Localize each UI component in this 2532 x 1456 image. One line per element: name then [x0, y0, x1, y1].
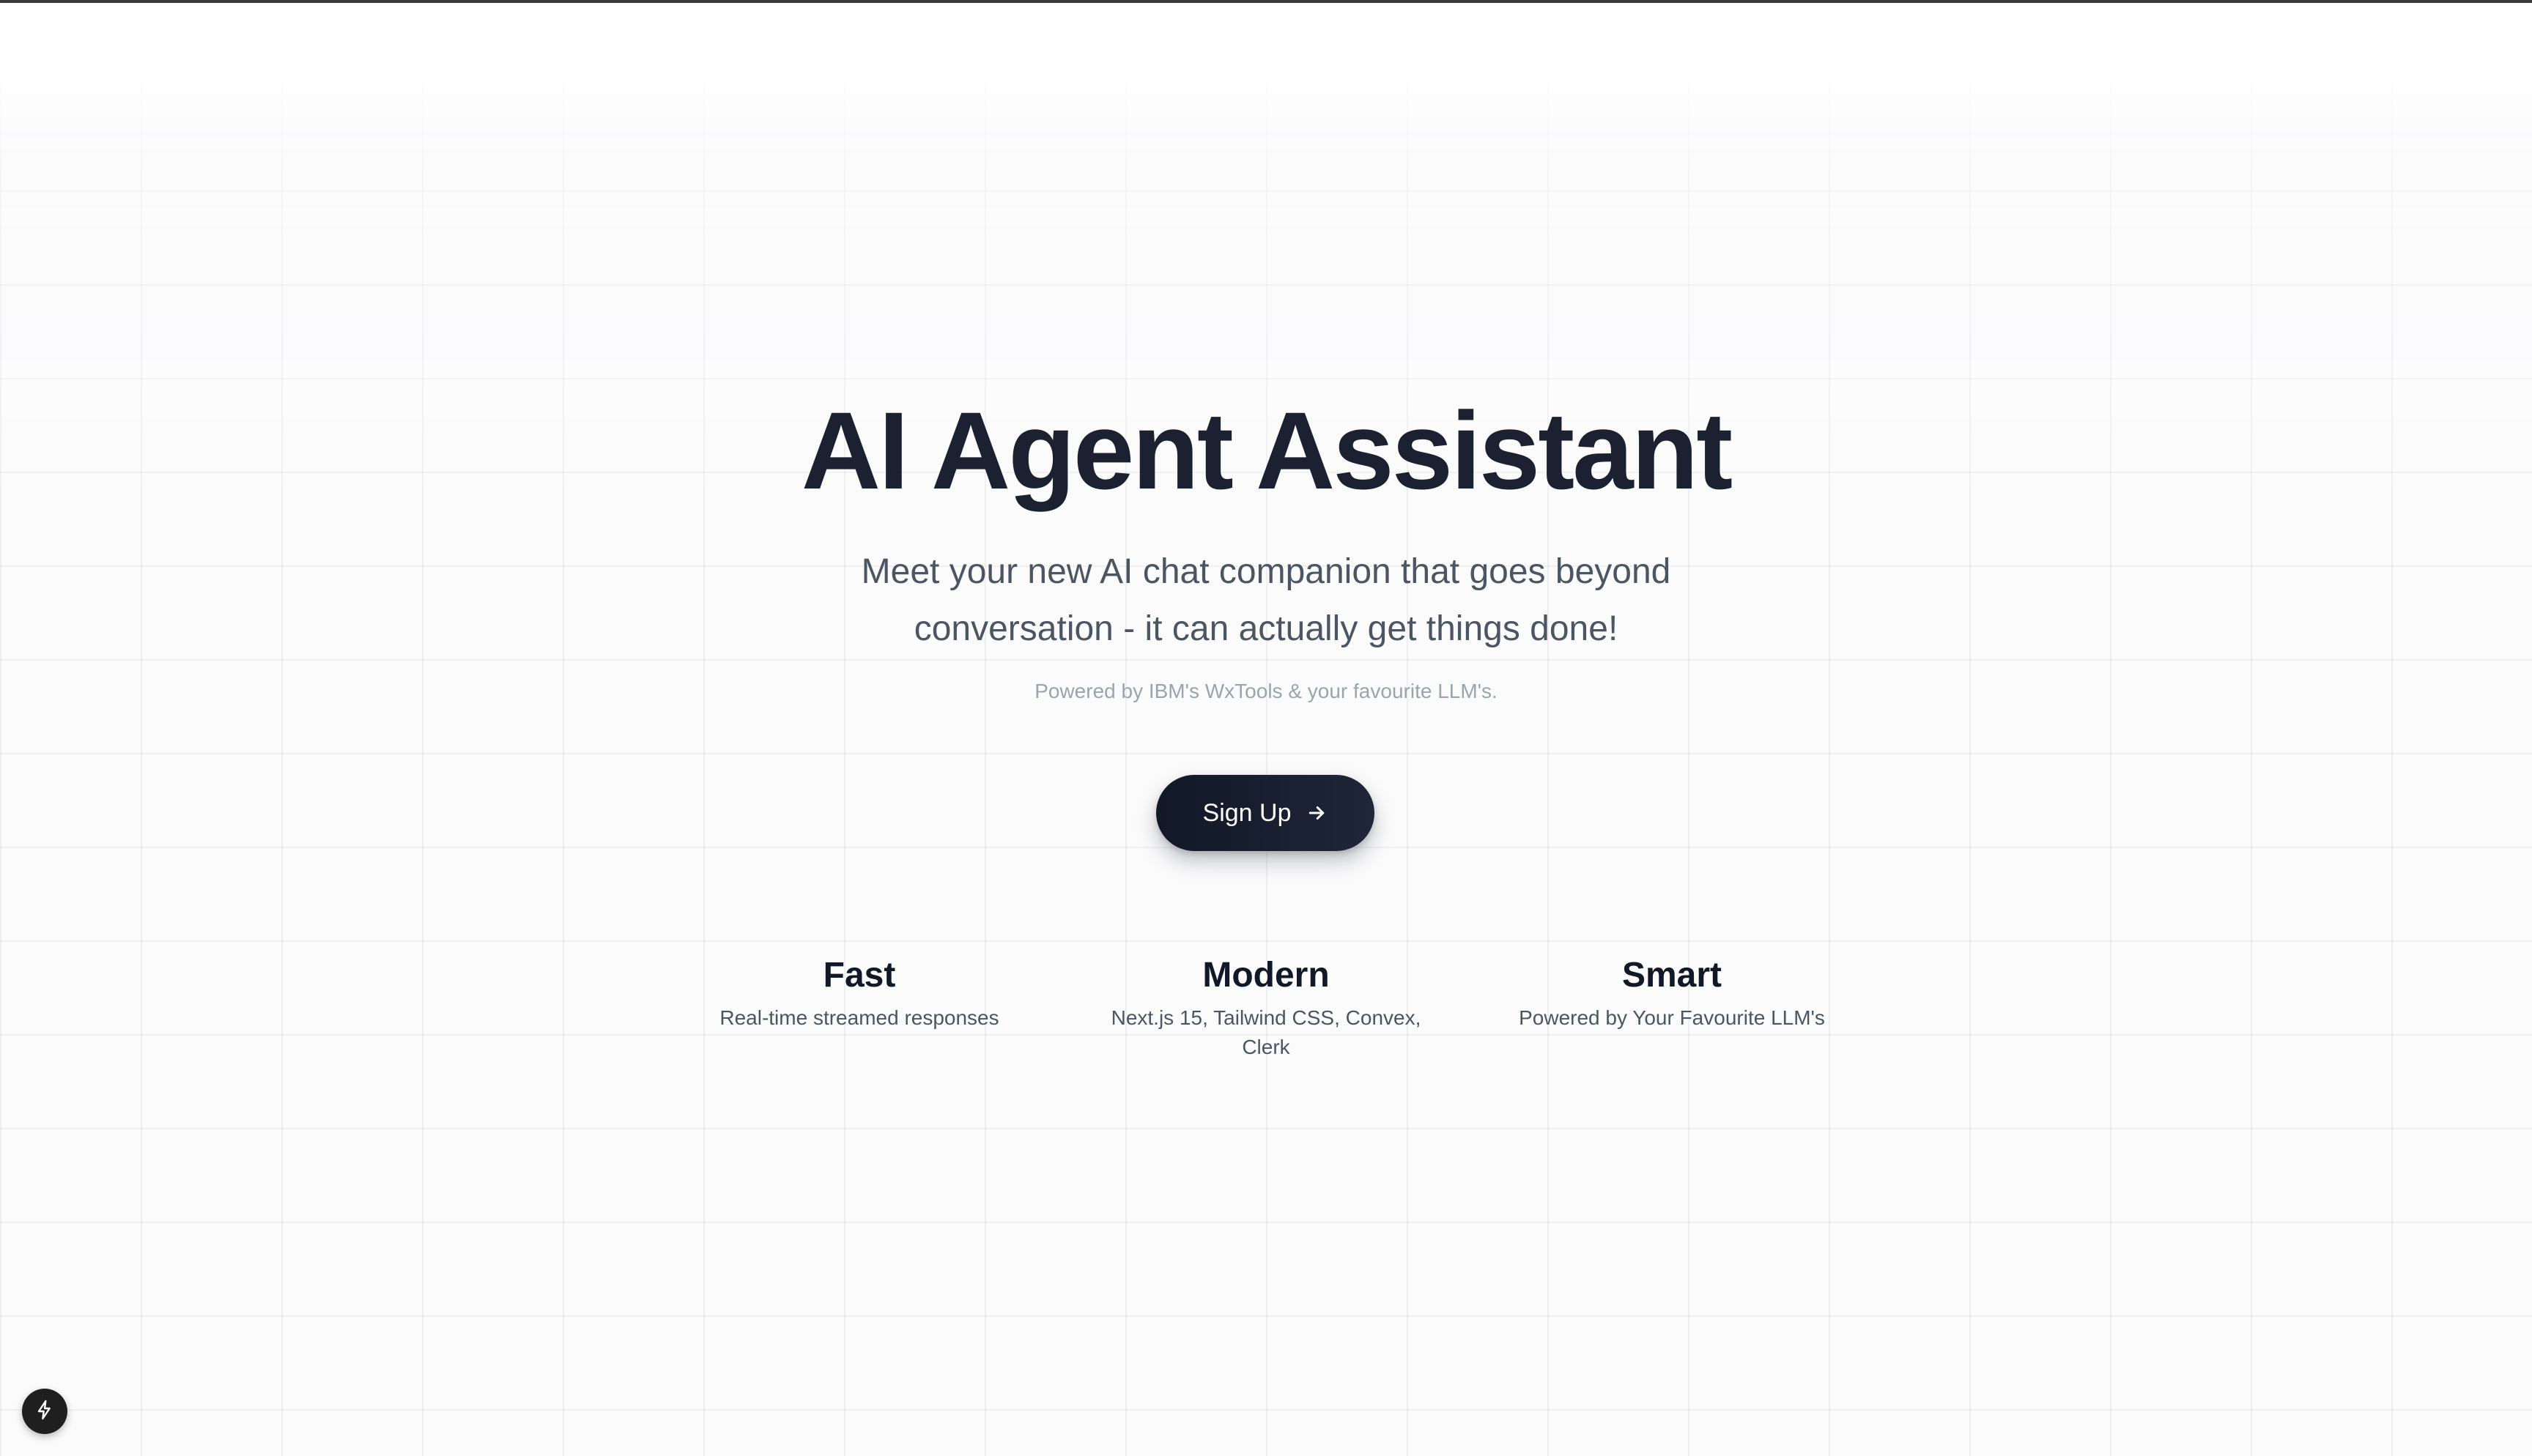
- feature-fast: Fast Real-time streamed responses: [703, 954, 1015, 1033]
- feature-title: Modern: [1202, 956, 1330, 995]
- lightning-bolt-icon: [33, 1398, 56, 1425]
- feature-description: Powered by Your Favourite LLM's: [1519, 1006, 1825, 1029]
- arrow-right-icon: [1306, 802, 1328, 824]
- feature-smart: Smart Powered by Your Favourite LLM's: [1503, 954, 1840, 1033]
- powered-by-note: Powered by IBM's WxTools & your favourit…: [1034, 680, 1498, 702]
- sign-up-label: Sign Up: [1202, 798, 1292, 827]
- page-title: AI Agent Assistant: [801, 389, 1733, 512]
- background-fade: [0, 3, 2532, 164]
- feature-title: Fast: [823, 956, 896, 995]
- grid-background: [0, 3, 2532, 1456]
- hero-subtitle: Meet your new AI chat companion that goe…: [861, 552, 1671, 648]
- feature-description: Real-time streamed responses: [719, 1006, 999, 1029]
- feature-description: Next.js 15, Tailwind CSS, Convex, Clerk: [1111, 1006, 1421, 1058]
- dev-tools-badge[interactable]: [22, 1389, 67, 1434]
- feature-title: Smart: [1621, 956, 1722, 995]
- sign-up-button[interactable]: Sign Up: [1156, 775, 1374, 851]
- feature-modern: Modern Next.js 15, Tailwind CSS, Convex,…: [1105, 954, 1427, 1062]
